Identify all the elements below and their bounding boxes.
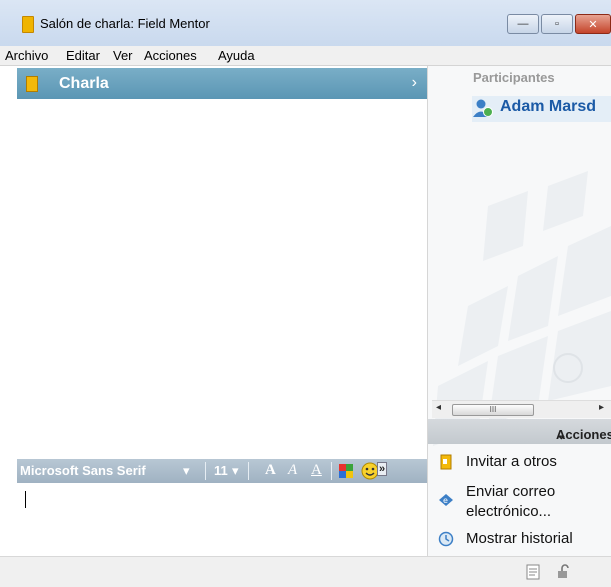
- toolbar-divider: [205, 462, 206, 480]
- text-cursor: [25, 491, 26, 508]
- chat-history: [17, 99, 427, 459]
- maximize-icon: ▫: [555, 18, 559, 30]
- participants-label: Participantes: [473, 70, 555, 85]
- menu-ayuda[interactable]: Ayuda: [218, 48, 255, 63]
- history-label: Mostrar historial: [466, 530, 573, 547]
- chevron-down-icon[interactable]: ▾: [183, 463, 190, 479]
- scroll-right-icon[interactable]: ▸: [599, 402, 604, 413]
- history-icon: [438, 531, 454, 547]
- title-bar: Salón de charla: Field Mentor — ▫ ✕: [0, 0, 611, 46]
- close-button[interactable]: ✕: [575, 14, 611, 34]
- email-label-line1: Enviar correo: [466, 483, 556, 500]
- actions-header[interactable]: Acciones ⌄: [428, 419, 611, 444]
- window-title: Salón de charla: Field Mentor: [40, 16, 210, 31]
- horizontal-scrollbar[interactable]: ◂ III ▸: [432, 400, 611, 418]
- toolbar-overflow-button[interactable]: »: [377, 462, 388, 476]
- color-picker-icon[interactable]: [339, 464, 353, 478]
- participant-item[interactable]: Adam Marsd: [472, 96, 611, 122]
- close-icon: ✕: [588, 18, 598, 31]
- chat-title: Charla: [59, 75, 109, 92]
- menu-editar[interactable]: Editar: [66, 48, 100, 63]
- side-panel: Participantes Adam Marsd ◂ III ▸ Accione…: [428, 66, 611, 556]
- chevron-down-icon[interactable]: ▾: [232, 463, 239, 479]
- email-label-line2: electrónico...: [466, 503, 552, 520]
- underline-button[interactable]: A: [311, 462, 322, 479]
- minimize-button[interactable]: —: [507, 14, 539, 34]
- font-size-select[interactable]: 11: [214, 463, 228, 478]
- scroll-left-icon[interactable]: ◂: [436, 402, 441, 413]
- participant-name: Adam Marsd: [500, 98, 597, 115]
- maximize-button[interactable]: ▫: [541, 14, 573, 34]
- menu-acciones[interactable]: Acciones: [144, 48, 197, 63]
- message-input[interactable]: [17, 483, 427, 555]
- document-icon[interactable]: [525, 564, 541, 580]
- chat-room-icon: [26, 76, 38, 92]
- user-online-icon: [473, 99, 493, 117]
- toolbar-divider: [248, 462, 249, 480]
- email-icon: e: [439, 494, 453, 506]
- menu-ver[interactable]: Ver: [113, 48, 133, 63]
- status-bar: [0, 556, 611, 587]
- italic-button[interactable]: A: [288, 462, 297, 479]
- format-toolbar: Microsoft Sans Serif ▾ 11 ▾ A A A »: [17, 459, 427, 483]
- bold-button[interactable]: A: [265, 462, 276, 479]
- chat-header[interactable]: Charla ›: [17, 68, 427, 99]
- chat-panel: Charla › Microsoft Sans Serif ▾ 11 ▾ A A…: [17, 66, 428, 556]
- scrollbar-thumb[interactable]: III: [452, 404, 534, 416]
- window-controls: — ▫ ✕: [507, 14, 611, 34]
- chevron-right-icon[interactable]: ›: [412, 74, 417, 92]
- minimize-icon: —: [517, 18, 529, 30]
- menu-archivo[interactable]: Archivo: [5, 48, 48, 63]
- toolbar-divider: [331, 462, 332, 480]
- app-icon: [22, 16, 34, 33]
- invite-icon: [440, 454, 452, 470]
- font-name-select[interactable]: Microsoft Sans Serif: [20, 463, 146, 478]
- unlock-icon[interactable]: [556, 564, 572, 580]
- menu-bar: Archivo Editar Ver Acciones Ayuda: [0, 46, 611, 66]
- chevron-down-icon: ⌄: [556, 427, 567, 442]
- svg-text:e: e: [443, 496, 448, 505]
- invite-label: Invitar a otros: [466, 453, 557, 470]
